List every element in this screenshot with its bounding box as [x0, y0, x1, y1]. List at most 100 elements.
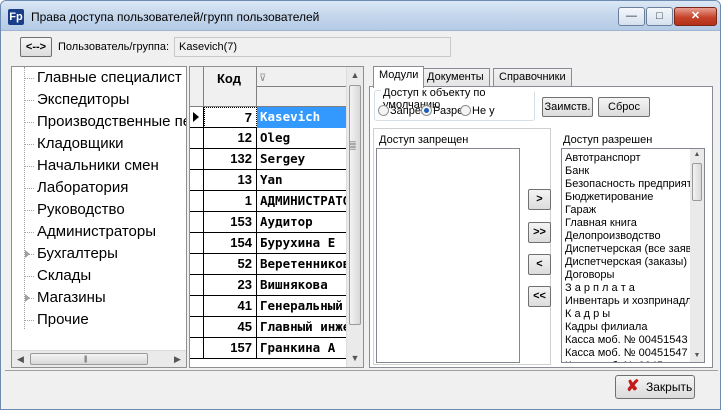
table-row[interactable]: 157 Гранкина А	[190, 338, 347, 359]
tab-modules[interactable]: Модули	[373, 66, 425, 88]
borrow-button[interactable]: Заимств.	[542, 97, 593, 117]
table-row[interactable]: 1АДМИНИСТРАТОР	[190, 191, 347, 212]
cell-code[interactable]: 45	[204, 317, 257, 338]
cell-name[interactable]: Главный инженер	[257, 317, 347, 338]
tree-item[interactable]: Администраторы	[12, 221, 186, 243]
table-row[interactable]: 153 Аудитор	[190, 212, 347, 233]
list-item[interactable]: Главная книга	[562, 217, 704, 230]
tree-item[interactable]: Кладовщики	[12, 133, 186, 155]
title-bar[interactable]: Fp Права доступа пользователей/групп пол…	[1, 1, 720, 31]
scroll-up-icon[interactable]: ▲	[690, 149, 704, 161]
cell-name[interactable]: АДМИНИСТРАТОР	[257, 191, 347, 212]
tree-item[interactable]: Производственные пер	[12, 111, 186, 133]
cell-name[interactable]: Бурухина Е	[257, 233, 347, 254]
list-item[interactable]: З а р п л а т а	[562, 282, 704, 295]
radio-unset[interactable]: Не у	[460, 105, 495, 117]
scroll-up-icon[interactable]: ▲	[347, 67, 363, 84]
table-row[interactable]: 132 Sergey	[190, 149, 347, 170]
scroll-down-icon[interactable]: ▼	[347, 350, 363, 367]
list-item[interactable]: Бюджетирование	[562, 191, 704, 204]
maximize-button[interactable]: □	[646, 7, 673, 26]
list-item[interactable]: Кадры филиала	[562, 321, 704, 334]
table-row[interactable]: 13 Yan	[190, 170, 347, 191]
list-item[interactable]: Касса моб. № 0045	[562, 360, 704, 362]
tab-references[interactable]: Справочники	[493, 68, 572, 87]
list-item[interactable]: Гараж	[562, 204, 704, 217]
cell-name[interactable]: Генеральный	[257, 296, 347, 317]
list-item[interactable]: Автотранспорт	[562, 152, 704, 165]
list-item[interactable]: Касса моб. № 00451547	[562, 347, 704, 360]
list-item[interactable]: Договоры	[562, 269, 704, 282]
list-item[interactable]: Диспетчерская (все заявки)	[562, 243, 704, 256]
cell-code[interactable]: 41	[204, 296, 257, 317]
cell-name[interactable]: Sergey	[257, 149, 347, 170]
table-row[interactable]: 23 Вишнякова	[190, 275, 347, 296]
list-item[interactable]: Инвентарь и хозпринадлежности	[562, 295, 704, 308]
move-all-right-button[interactable]: >>	[528, 222, 551, 243]
scroll-thumb[interactable]	[692, 163, 702, 201]
minimize-button[interactable]: —	[618, 7, 645, 26]
cell-code[interactable]: 157	[204, 338, 257, 359]
cell-code[interactable]: 154	[204, 233, 257, 254]
scroll-thumb[interactable]	[30, 353, 148, 365]
scroll-down-icon[interactable]: ▼	[690, 350, 704, 362]
move-one-left-button[interactable]: <	[528, 254, 551, 275]
column-header-code[interactable]: Код	[204, 67, 257, 107]
denied-list[interactable]	[376, 148, 520, 363]
group-tree[interactable]: Главные специалист Экспедиторы Производств…	[11, 66, 187, 368]
cell-code[interactable]: 13	[204, 170, 257, 191]
tree-item[interactable]: Магазины	[12, 287, 186, 309]
table-row[interactable]: 12 Oleg	[190, 128, 347, 149]
list-item[interactable]: Безопасность предприятия	[562, 178, 704, 191]
table-row[interactable]: 45Главный инженер	[190, 317, 347, 338]
cell-code[interactable]: 52	[204, 254, 257, 275]
tree-item[interactable]: Экспедиторы	[12, 89, 186, 111]
scroll-thumb[interactable]	[349, 85, 361, 325]
list-item[interactable]: Банк	[562, 165, 704, 178]
list-item[interactable]: Диспетчерская (заказы)	[562, 256, 704, 269]
tree-item[interactable]: Лаборатория	[12, 177, 186, 199]
close-window-button[interactable]: ✕	[674, 7, 717, 26]
allowed-list[interactable]: Автотранспорт Банк Безопасность предприяти…	[561, 148, 705, 363]
cell-code[interactable]: 1	[204, 191, 257, 212]
tree-item[interactable]: Склады	[12, 265, 186, 287]
table-row[interactable]: 7 Kasevich	[190, 107, 347, 128]
move-one-right-button[interactable]: >	[528, 189, 551, 210]
tree-item[interactable]: Главные специалист	[12, 67, 186, 89]
table-row[interactable]: 52 Веретенников	[190, 254, 347, 275]
radio-denied[interactable]: Запрещен	[378, 105, 422, 117]
tree-item[interactable]: Руководство	[12, 199, 186, 221]
grid-vertical-scrollbar[interactable]: ▲ ═ ═ ═ ▼	[346, 67, 363, 367]
tree-horizontal-scrollbar[interactable]: ◀ ||| ▶	[12, 350, 186, 367]
cell-name[interactable]: Аудитор	[257, 212, 347, 233]
cell-name[interactable]: Вишнякова	[257, 275, 347, 296]
reset-button[interactable]: Сброс	[598, 97, 650, 117]
tree-item[interactable]: Начальники смен	[12, 155, 186, 177]
swap-button[interactable]: <-->	[20, 37, 52, 57]
cell-code[interactable]: 7	[204, 107, 257, 128]
user-group-field[interactable]: Kasevich(7)	[174, 37, 451, 57]
cell-code[interactable]: 153	[204, 212, 257, 233]
cell-code[interactable]: 23	[204, 275, 257, 296]
list-item[interactable]: Делопроизводство	[562, 230, 704, 243]
scroll-right-icon[interactable]: ▶	[169, 351, 186, 367]
allowed-list-scrollbar[interactable]: ▲ ▼	[690, 149, 704, 362]
tree-item[interactable]: Бухгалтеры	[12, 243, 186, 265]
list-item[interactable]: Касса моб. № 00451543	[562, 334, 704, 347]
tab-documents[interactable]: Документы	[421, 68, 490, 87]
cell-name[interactable]: Oleg	[257, 128, 347, 149]
cell-code[interactable]: 132	[204, 149, 257, 170]
cell-name[interactable]: Гранкина А	[257, 338, 347, 359]
cell-name[interactable]: Веретенников	[257, 254, 347, 275]
cell-code[interactable]: 12	[204, 128, 257, 149]
radio-allowed[interactable]: Разрешен	[421, 105, 463, 117]
table-row[interactable]: 154 Бурухина Е	[190, 233, 347, 254]
column-header-name[interactable]	[257, 67, 347, 87]
cell-name[interactable]: Yan	[257, 170, 347, 191]
table-row[interactable]: 41 Генеральный	[190, 296, 347, 317]
scroll-left-icon[interactable]: ◀	[12, 351, 29, 367]
cell-name[interactable]: Kasevich	[257, 107, 347, 128]
close-button[interactable]: ✘ Закрыть	[615, 375, 695, 399]
move-all-left-button[interactable]: <<	[528, 286, 551, 307]
users-grid[interactable]: Код ⊽ 7 Kasevich 12 Oleg 132 Sergey 13 Yan 1 АДМИ…	[189, 66, 364, 368]
